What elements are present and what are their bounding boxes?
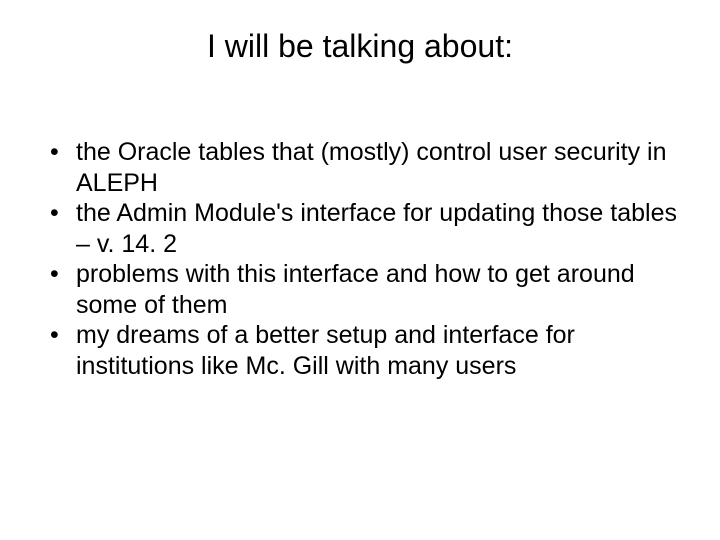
slide-title: I will be talking about: xyxy=(40,28,680,65)
list-item: my dreams of a better setup and interfac… xyxy=(48,320,680,381)
bullet-list: the Oracle tables that (mostly) control … xyxy=(40,137,680,381)
slide: I will be talking about: the Oracle tabl… xyxy=(0,0,720,540)
list-item: the Admin Module's interface for updatin… xyxy=(48,198,680,259)
list-item: the Oracle tables that (mostly) control … xyxy=(48,137,680,198)
list-item: problems with this interface and how to … xyxy=(48,259,680,320)
